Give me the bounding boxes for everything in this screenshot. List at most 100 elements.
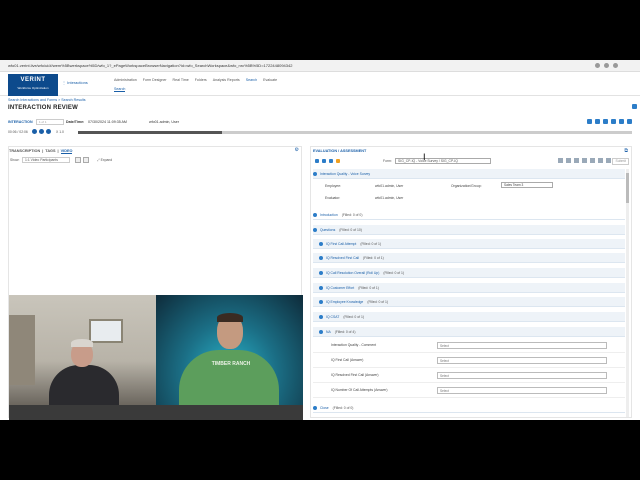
- bookmark-icon[interactable]: [604, 63, 609, 68]
- org-select[interactable]: Sales Team 3: [501, 182, 553, 188]
- section-close[interactable]: Close (Filled: 0 of 0): [313, 403, 625, 413]
- participant-2-body: [179, 350, 279, 405]
- section-iq-call-resolution[interactable]: IQ Call Resolution Overall (Roll Up) (Fil…: [313, 268, 625, 278]
- evaluator-label: Evaluator:: [325, 196, 341, 200]
- section-na[interactable]: NA (Filled: 0 of 4): [313, 327, 625, 337]
- tab-tags[interactable]: TAGS: [45, 149, 55, 154]
- logo-subtext: Workforce Optimization: [17, 86, 49, 90]
- page-title: INTERACTION REVIEW: [8, 105, 78, 111]
- section-questions[interactable]: Questions (Filled: 0 of 10): [313, 225, 625, 235]
- answer-select[interactable]: Select: [437, 357, 607, 364]
- nav-search[interactable]: Search: [246, 78, 257, 82]
- employee-label: Employee:: [325, 184, 342, 188]
- maximize-icon[interactable]: ⧉: [624, 148, 628, 154]
- nav-evaluate[interactable]: Evaluate: [263, 78, 277, 82]
- media-panel: TRANSCRIPTION | TAGS | VIDEO Show: 1:1 Vid…: [8, 146, 303, 420]
- employee-value: wfo01.admin, User: [375, 184, 404, 188]
- date-value: 07/30/2024 11:09:35 AM: [88, 120, 127, 124]
- email-icon[interactable]: [587, 119, 592, 124]
- tab-video[interactable]: VIDEO: [60, 149, 73, 154]
- show-label: Show:: [10, 158, 20, 162]
- participant-video-1: [9, 295, 156, 405]
- playback-progress: [78, 131, 223, 134]
- section-iq-customer-effort[interactable]: IQ Customer Effort (Filled: 0 of 1): [313, 283, 625, 293]
- date-label: Date/Time:: [66, 120, 85, 124]
- grid-view-icon[interactable]: [75, 157, 81, 163]
- attach-icon[interactable]: [574, 158, 579, 163]
- section-introduction[interactable]: Introduction (Filled: 0 of 0): [313, 210, 625, 220]
- collapse-icon: [313, 172, 317, 177]
- top-navigation: Administration Form Designer Real Time F…: [114, 78, 277, 82]
- section-iq-first-call-attempt[interactable]: IQ First Call Attempt (Filled: 0 of 1): [313, 239, 625, 249]
- module-switcher[interactable]: ⋮ Interactions: [62, 80, 88, 85]
- nav-real-time[interactable]: Real Time: [173, 78, 189, 82]
- browser-address-bar[interactable]: wfo01.verint.live/wfo/ui/#/wem%5Bwerkspa…: [0, 60, 640, 72]
- copy-icon[interactable]: [558, 158, 563, 163]
- answer-select[interactable]: Select: [437, 372, 607, 379]
- play-icon[interactable]: [39, 129, 44, 134]
- scroll-thumb[interactable]: [626, 173, 629, 203]
- app-screen: wfo01.verint.live/wfo/ui/#/wem%5Bwerkspa…: [0, 60, 640, 420]
- playback-speed[interactable]: X 1.0: [56, 130, 64, 134]
- email-form-icon[interactable]: [598, 158, 603, 163]
- video-participants-select[interactable]: 1:1 Video Participants: [22, 157, 70, 163]
- section-iq-resolved-first-call[interactable]: IQ Resolved First Call (Filled: 0 of 1): [313, 253, 625, 263]
- media-tabs: TRANSCRIPTION | TAGS | VIDEO: [9, 149, 73, 154]
- subnav-search[interactable]: Search: [114, 87, 126, 92]
- people-icon[interactable]: [336, 159, 340, 163]
- verint-logo[interactable]: VERINT Workforce Optimization: [8, 74, 58, 96]
- clear-icon[interactable]: [566, 158, 571, 163]
- expand-label: Expand: [100, 158, 113, 162]
- expand-button[interactable]: ⤢ Expand: [97, 158, 112, 162]
- tab-transcription[interactable]: TRANSCRIPTION: [9, 149, 40, 154]
- download-icon[interactable]: [619, 119, 624, 124]
- breadcrumb[interactable]: Search Interactions and Forms > Search R…: [8, 98, 86, 102]
- refresh-icon[interactable]: [315, 159, 319, 163]
- page-tools: [632, 104, 637, 109]
- media-player: 00:06 / 02:06 X 1.0: [8, 129, 632, 136]
- save-icon[interactable]: [606, 158, 611, 163]
- interaction-select[interactable]: 1 of 1: [36, 119, 64, 125]
- nav-form-designer[interactable]: Form Designer: [143, 78, 167, 82]
- interaction-actions: [587, 119, 632, 124]
- section-iq-employee-knowledge[interactable]: IQ Employee Knowledge (Filled: 0 of 1): [313, 297, 625, 307]
- form-label: Form:: [383, 159, 392, 163]
- help-icon[interactable]: [632, 104, 637, 109]
- text-cursor-icon: I: [423, 152, 426, 162]
- answer-select[interactable]: Select: [437, 387, 607, 394]
- tag-icon[interactable]: [603, 119, 608, 124]
- question-label: IQ Resolved First Call (Answer): [331, 373, 379, 377]
- history-icon[interactable]: [582, 158, 587, 163]
- nav-folders[interactable]: Folders: [195, 78, 207, 82]
- print-icon[interactable]: [590, 158, 595, 163]
- link-icon[interactable]: [329, 159, 333, 163]
- playback-track[interactable]: [78, 131, 632, 134]
- share-icon[interactable]: [611, 119, 616, 124]
- interaction-label: INTERACTION: [8, 120, 33, 124]
- answer-row: IQ First Call (Answer) Select: [313, 354, 625, 368]
- forward-icon[interactable]: [46, 129, 51, 134]
- rewind-icon[interactable]: [32, 129, 37, 134]
- nav-analysis-reports[interactable]: Analysis Reports: [213, 78, 240, 82]
- interaction-bar: INTERACTION 1 of 1 Date/Time: 07/30/2024…: [8, 119, 632, 127]
- evaluation-panel: EVALUATION / ASSESSMENT ⧉ Form: SIG_CP-I…: [310, 146, 632, 418]
- app-header: VERINT Workforce Optimization ⋮ Interact…: [0, 74, 640, 96]
- window-background: [89, 319, 123, 343]
- flag-icon[interactable]: [627, 119, 632, 124]
- nav-administration[interactable]: Administration: [114, 78, 137, 82]
- extension-icon[interactable]: [595, 63, 600, 68]
- question-label: Interaction Quality - Comment: [331, 343, 377, 347]
- answer-select[interactable]: Select: [437, 342, 607, 349]
- submit-button[interactable]: Submit: [612, 158, 629, 165]
- form-select[interactable]: SIG_CP-IQ - Voice Survey / SIG_CP-IQ: [395, 158, 491, 164]
- single-view-icon[interactable]: [83, 157, 89, 163]
- video-frame[interactable]: TIMBER RANCH: [9, 295, 303, 420]
- form-header-section[interactable]: Interaction Quality - Voice Survey: [313, 169, 625, 179]
- section-iq-csat[interactable]: IQ CSAT (Filled: 0 of 1): [313, 312, 625, 322]
- export-icon[interactable]: [595, 119, 600, 124]
- phone-icon[interactable]: [322, 159, 326, 163]
- menu-icon[interactable]: [613, 63, 618, 68]
- evaluation-title: EVALUATION / ASSESSMENT: [313, 149, 367, 153]
- gear-icon[interactable]: ⚙: [295, 147, 299, 153]
- form-scrollbar[interactable]: [626, 169, 629, 417]
